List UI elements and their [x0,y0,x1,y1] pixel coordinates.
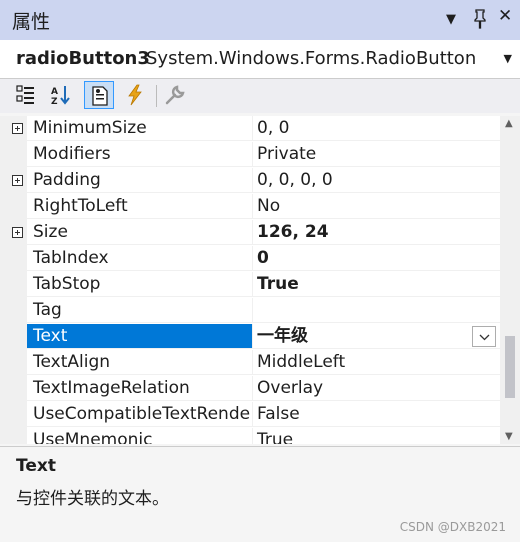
properties-toolbar: A Z [0,79,520,113]
property-name[interactable]: TextImageRelation [27,376,253,401]
value-dropdown-button[interactable] [472,326,496,347]
row-gutter [0,116,27,142]
dropdown-arrow-icon[interactable]: ▼ [446,12,456,27]
row-gutter [0,220,27,246]
close-icon[interactable]: ✕ [498,6,512,26]
property-value[interactable]: 一年级 [253,324,500,349]
property-grid: MinimumSize 0, 0 Modifiers Private Padding 0,… [0,116,500,444]
property-value[interactable]: MiddleLeft [253,350,500,375]
row-gutter [0,298,27,324]
property-pages-icon[interactable] [160,81,190,109]
property-name[interactable]: Size [27,220,253,245]
description-title: Text [16,456,56,476]
expand-plus-icon[interactable] [12,123,23,134]
property-name[interactable]: TextAlign [27,350,253,375]
scroll-down-icon[interactable]: ▼ [505,431,513,442]
property-value[interactable]: Private [253,142,500,167]
property-name[interactable]: UseMnemonic [27,428,253,444]
property-value[interactable]: No [253,194,500,219]
vertical-scrollbar[interactable]: ▲ ▼ [500,116,520,444]
properties-icon[interactable] [84,81,114,109]
property-name[interactable]: Text [27,324,253,349]
property-row[interactable]: UseMnemonic True [0,428,500,444]
property-value[interactable]: False [253,402,500,427]
description-panel: Text 与控件关联的文本。 CSDN @DXB2021 [0,446,520,542]
row-gutter [0,194,27,220]
row-gutter [0,272,27,298]
property-value[interactable]: 0, 0, 0, 0 [253,168,500,193]
property-name[interactable]: TabStop [27,272,253,297]
property-name[interactable]: UseCompatibleTextRende [27,402,253,427]
property-name[interactable]: Modifiers [27,142,253,167]
object-type: System.Windows.Forms.RadioButton [146,48,477,69]
property-value[interactable]: True [253,272,500,297]
property-row[interactable]: UseCompatibleTextRende False [0,402,500,428]
property-value[interactable]: 0, 0 [253,116,500,141]
description-text: 与控件关联的文本。 [16,489,169,509]
property-row[interactable]: MinimumSize 0, 0 [0,116,500,142]
scroll-thumb[interactable] [505,336,515,398]
row-gutter [0,402,27,428]
row-gutter [0,428,27,444]
svg-text:Z: Z [51,97,58,106]
property-name[interactable]: TabIndex [27,246,253,271]
property-row[interactable]: Size 126, 24 [0,220,500,246]
property-name[interactable]: Padding [27,168,253,193]
property-value[interactable]: 126, 24 [253,220,500,245]
pin-icon[interactable] [472,9,488,34]
object-selector[interactable]: radioButton3 System.Windows.Forms.RadioB… [0,40,520,79]
panel-title: 属性 [12,11,51,33]
chevron-down-icon [479,334,490,341]
property-row[interactable]: Padding 0, 0, 0, 0 [0,168,500,194]
property-row[interactable]: Modifiers Private [0,142,500,168]
object-name: radioButton3 [16,48,150,69]
scroll-up-icon[interactable]: ▲ [505,118,513,129]
events-icon[interactable] [120,81,150,109]
row-gutter [0,376,27,402]
categorized-icon[interactable] [12,81,42,109]
property-value[interactable]: Overlay [253,376,500,401]
property-row[interactable]: TabIndex 0 [0,246,500,272]
row-gutter [0,324,27,350]
property-row[interactable]: TextImageRelation Overlay [0,376,500,402]
property-name[interactable]: Tag [27,298,253,323]
svg-text:A: A [51,87,58,97]
property-name[interactable]: MinimumSize [27,116,253,141]
object-dropdown-icon[interactable]: ▼ [504,52,512,65]
row-gutter [0,142,27,168]
expand-plus-icon[interactable] [12,175,23,186]
property-row[interactable]: TextAlign MiddleLeft [0,350,500,376]
alphabetical-icon[interactable]: A Z [46,81,76,109]
row-gutter [0,168,27,194]
watermark: CSDN @DXB2021 [399,520,506,534]
property-row[interactable]: Tag [0,298,500,324]
toolbar-separator [156,85,157,107]
property-row[interactable]: TabStop True [0,272,500,298]
property-row[interactable]: Text 一年级 [0,324,500,350]
row-gutter [0,246,27,272]
expand-plus-icon[interactable] [12,227,23,238]
property-row[interactable]: RightToLeft No [0,194,500,220]
row-gutter [0,350,27,376]
property-value[interactable]: True [253,428,500,444]
property-value[interactable] [253,298,500,323]
panel-title-bar: 属性 ▼ ✕ [0,0,520,40]
property-name[interactable]: RightToLeft [27,194,253,219]
property-value[interactable]: 0 [253,246,500,271]
